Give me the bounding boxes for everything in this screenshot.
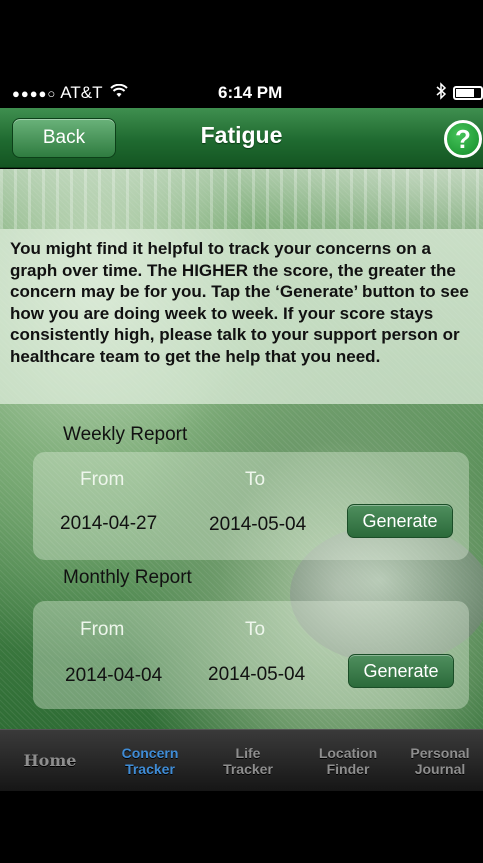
tab-label: Concern	[121, 745, 179, 761]
tab-label: Life	[235, 745, 261, 761]
tab-home[interactable]: Home	[8, 730, 92, 792]
bluetooth-icon	[435, 81, 447, 105]
monthly-from-date[interactable]: 2014-04-04	[65, 665, 162, 687]
monthly-to-label: To	[245, 619, 266, 640]
tab-label: Location	[318, 745, 378, 761]
status-bar: ●●●●○ AT&T 6:14 PM	[0, 78, 483, 108]
monthly-generate-button[interactable]: Generate	[348, 654, 454, 688]
weekly-to-label: To	[245, 469, 266, 490]
tab-personal-journal[interactable]: Personal Journal	[398, 730, 482, 792]
tab-life-tracker[interactable]: Life Tracker	[206, 730, 290, 792]
weekly-report-label: Weekly Report	[63, 424, 188, 445]
status-time: 6:14 PM	[218, 83, 283, 102]
navigation-bar: Back Fatigue ?	[0, 108, 483, 168]
page-title: Fatigue	[200, 122, 283, 148]
weekly-from-label: From	[80, 469, 125, 490]
signal-strength-icon: ●●●●○	[12, 85, 57, 101]
battery-icon	[453, 86, 483, 100]
carrier-name: AT&T	[60, 83, 103, 102]
tab-label-line2: Journal	[414, 761, 466, 777]
waterfall-background	[0, 169, 483, 229]
tab-concern-tracker[interactable]: Concern Tracker	[100, 730, 200, 792]
weekly-from-date[interactable]: 2014-04-27	[60, 513, 157, 535]
content-area: You might find it helpful to track your …	[0, 169, 483, 729]
weekly-report-panel: From To 2014-04-27 2014-05-04 Generate	[33, 452, 469, 560]
monthly-report-label: Monthly Report	[63, 567, 192, 588]
tab-label-line2: Finder	[326, 761, 370, 777]
monthly-to-date[interactable]: 2014-05-04	[208, 664, 305, 686]
help-icon: ?	[455, 123, 471, 154]
wifi-icon	[110, 83, 129, 103]
tab-location-finder[interactable]: Location Finder	[300, 730, 396, 792]
help-button[interactable]: ?	[444, 120, 482, 158]
tab-bar: Home Concern Tracker Life Tracker Locati…	[0, 729, 483, 791]
tab-label: Home	[23, 751, 77, 770]
status-left: ●●●●○ AT&T	[12, 83, 129, 103]
intro-text: You might find it helpful to track your …	[10, 239, 469, 366]
weekly-generate-button[interactable]: Generate	[347, 504, 453, 538]
intro-box: You might find it helpful to track your …	[0, 229, 483, 404]
weekly-to-date[interactable]: 2014-05-04	[209, 514, 306, 536]
monthly-report-panel: From To 2014-04-04 2014-05-04 Generate	[33, 601, 469, 709]
monthly-from-label: From	[80, 619, 125, 640]
tab-label-line2: Tracker	[223, 761, 273, 777]
tab-label-line2: Tracker	[125, 761, 175, 777]
status-right	[435, 81, 483, 105]
tab-label: Personal	[410, 745, 470, 761]
